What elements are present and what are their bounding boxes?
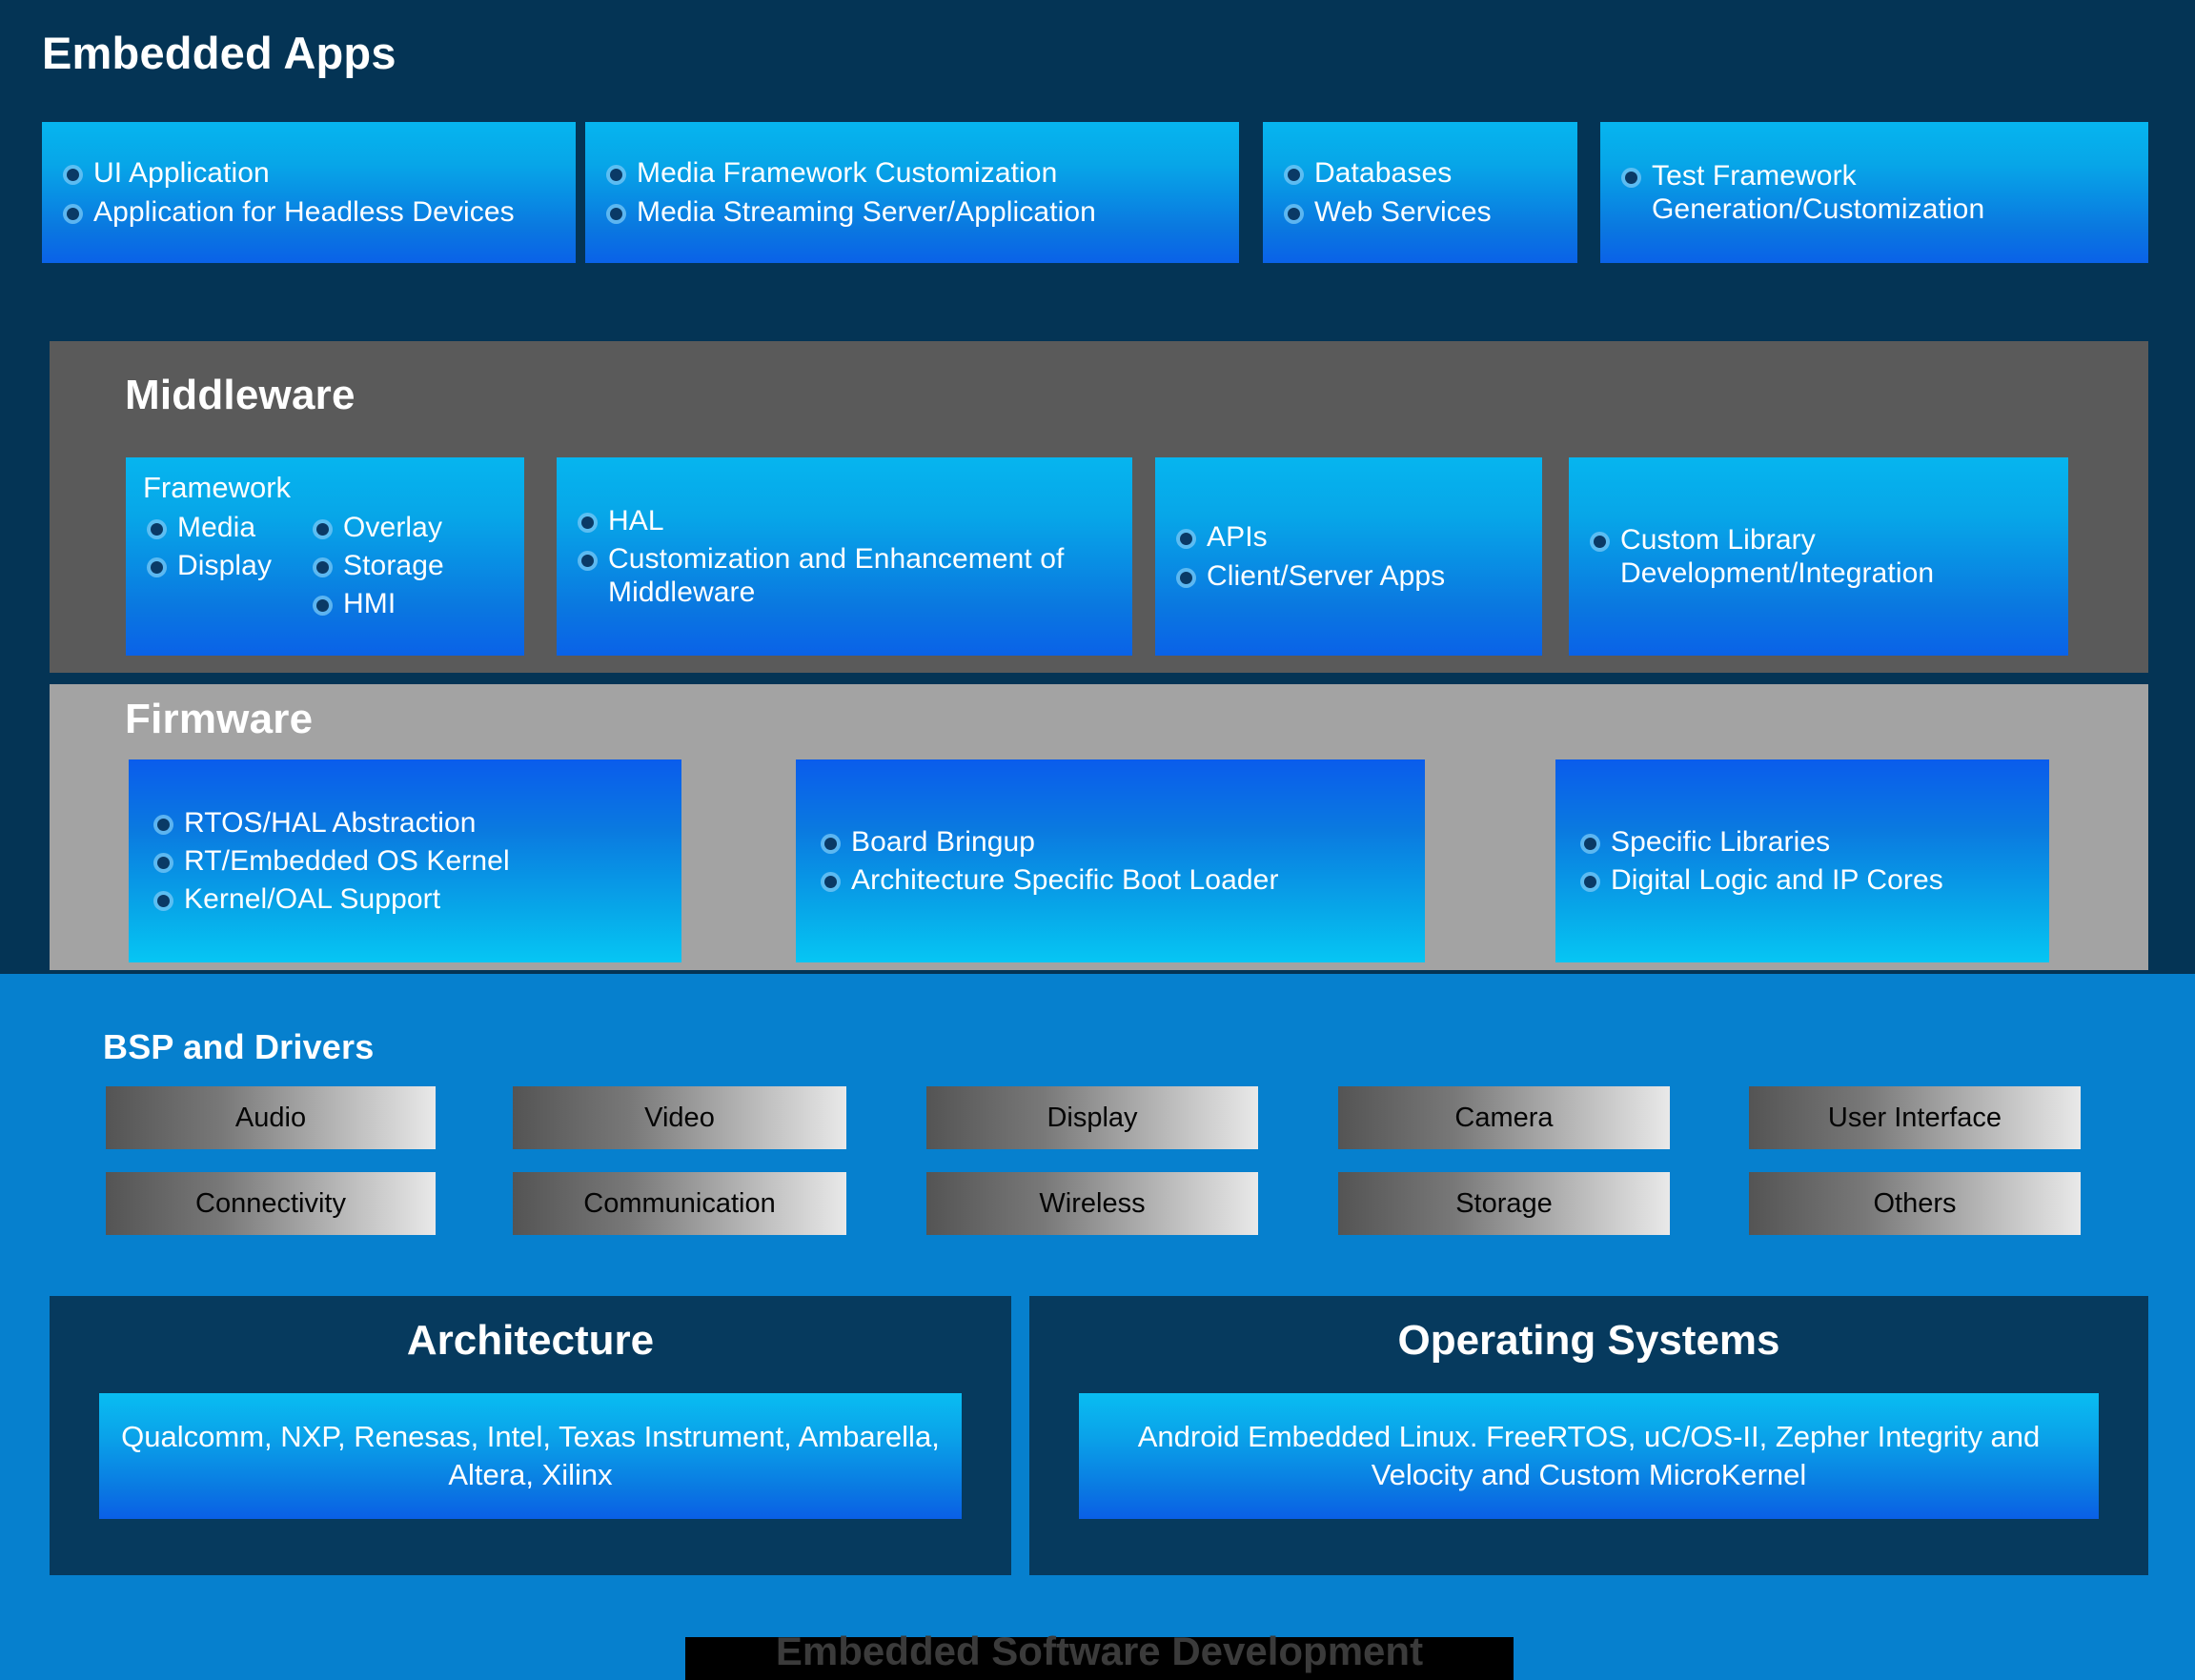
driver-tile-user-interface[interactable]: User Interface: [1749, 1086, 2081, 1149]
list-item: Kernel/OAL Support: [150, 882, 661, 916]
architecture-panel: Architecture Qualcomm, NXP, Renesas, Int…: [50, 1296, 1011, 1575]
list-item: UI Application: [59, 156, 559, 190]
framework-column-2: Overlay Storage HMI: [309, 511, 444, 620]
list-item: Web Services: [1280, 195, 1560, 229]
list-item: Architecture Specific Boot Loader: [817, 863, 1404, 897]
embedded-apps-card-3[interactable]: Databases Web Services: [1263, 122, 1577, 263]
list-item: Client/Server Apps: [1172, 559, 1525, 593]
driver-tile-camera[interactable]: Camera: [1338, 1086, 1670, 1149]
bullet-list: APIs Client/Server Apps: [1172, 520, 1525, 592]
driver-tile-wireless[interactable]: Wireless: [926, 1172, 1258, 1235]
operating-systems-panel: Operating Systems Android Embedded Linux…: [1029, 1296, 2148, 1575]
firmware-card-1[interactable]: RTOS/HAL Abstraction RT/Embedded OS Kern…: [129, 759, 681, 962]
list-item: Digital Logic and IP Cores: [1576, 863, 2028, 897]
architecture-content-card[interactable]: Qualcomm, NXP, Renesas, Intel, Texas Ins…: [99, 1393, 962, 1519]
caption-embedded-software-development: Embedded Software Development: [775, 1629, 1424, 1673]
list-item: Databases: [1280, 156, 1560, 190]
operating-systems-title: Operating Systems: [1397, 1317, 1780, 1364]
firmware-card-2[interactable]: Board Bringup Architecture Specific Boot…: [796, 759, 1425, 962]
list-item: Media Streaming Server/Application: [602, 195, 1222, 229]
list-item: HMI: [309, 587, 444, 620]
list-item: Application for Headless Devices: [59, 195, 559, 229]
list-item: Specific Libraries: [1576, 825, 2028, 859]
list-item: Board Bringup: [817, 825, 1404, 859]
list-item: Test Framework Generation/Customization: [1617, 159, 2131, 226]
operating-systems-content-card[interactable]: Android Embedded Linux. FreeRTOS, uC/OS-…: [1079, 1393, 2099, 1519]
section-title-middleware: Middleware: [125, 372, 356, 418]
list-item: Storage: [309, 549, 444, 582]
driver-tile-connectivity[interactable]: Connectivity: [106, 1172, 436, 1235]
driver-tile-others[interactable]: Others: [1749, 1172, 2081, 1235]
driver-tile-display[interactable]: Display: [926, 1086, 1258, 1149]
list-item: APIs: [1172, 520, 1525, 554]
framework-column-1: Media Display: [143, 511, 288, 620]
section-title-bsp-and-drivers: BSP and Drivers: [103, 1027, 375, 1066]
section-title-firmware: Firmware: [125, 696, 314, 742]
bullet-list: Board Bringup Architecture Specific Boot…: [817, 825, 1404, 897]
driver-tile-video[interactable]: Video: [513, 1086, 846, 1149]
list-item: Media: [143, 511, 288, 544]
list-item: HAL: [574, 504, 1115, 537]
list-item: RTOS/HAL Abstraction: [150, 806, 661, 840]
architecture-title: Architecture: [406, 1317, 655, 1364]
list-item: Custom Library Development/Integration: [1586, 523, 2051, 590]
list-item: RT/Embedded OS Kernel: [150, 844, 661, 878]
driver-tile-communication[interactable]: Communication: [513, 1172, 846, 1235]
middleware-card-custom-library[interactable]: Custom Library Development/Integration: [1569, 457, 2068, 656]
driver-tile-storage[interactable]: Storage: [1338, 1172, 1670, 1235]
embedded-apps-card-2[interactable]: Media Framework Customization Media Stre…: [585, 122, 1239, 263]
diagram-canvas: Embedded Apps UI Application Application…: [0, 0, 2195, 1680]
embedded-apps-card-4[interactable]: Test Framework Generation/Customization: [1600, 122, 2148, 263]
list-item: Overlay: [309, 511, 444, 544]
middleware-framework-card[interactable]: Framework Media Display Overlay Storage …: [126, 457, 524, 656]
middleware-card-apis[interactable]: APIs Client/Server Apps: [1155, 457, 1542, 656]
middleware-card-hal[interactable]: HAL Customization and Enhancement of Mid…: [557, 457, 1132, 656]
framework-columns: Media Display Overlay Storage HMI: [143, 511, 507, 620]
list-item: Media Framework Customization: [602, 156, 1222, 190]
list-item: Display: [143, 549, 288, 582]
framework-label: Framework: [143, 471, 292, 504]
bullet-list: Custom Library Development/Integration: [1586, 523, 2051, 590]
bullet-list: UI Application Application for Headless …: [59, 156, 559, 228]
bullet-list: RTOS/HAL Abstraction RT/Embedded OS Kern…: [150, 806, 661, 916]
section-title-embedded-apps: Embedded Apps: [42, 28, 396, 78]
bullet-list: Media Framework Customization Media Stre…: [602, 156, 1222, 228]
driver-tile-audio[interactable]: Audio: [106, 1086, 436, 1149]
bullet-list: Test Framework Generation/Customization: [1617, 159, 2131, 226]
bullet-list: HAL Customization and Enhancement of Mid…: [574, 504, 1115, 609]
bullet-list: Specific Libraries Digital Logic and IP …: [1576, 825, 2028, 897]
embedded-apps-card-1[interactable]: UI Application Application for Headless …: [42, 122, 576, 263]
firmware-card-3[interactable]: Specific Libraries Digital Logic and IP …: [1555, 759, 2049, 962]
list-item: Customization and Enhancement of Middlew…: [574, 542, 1115, 609]
bullet-list: Databases Web Services: [1280, 156, 1560, 228]
